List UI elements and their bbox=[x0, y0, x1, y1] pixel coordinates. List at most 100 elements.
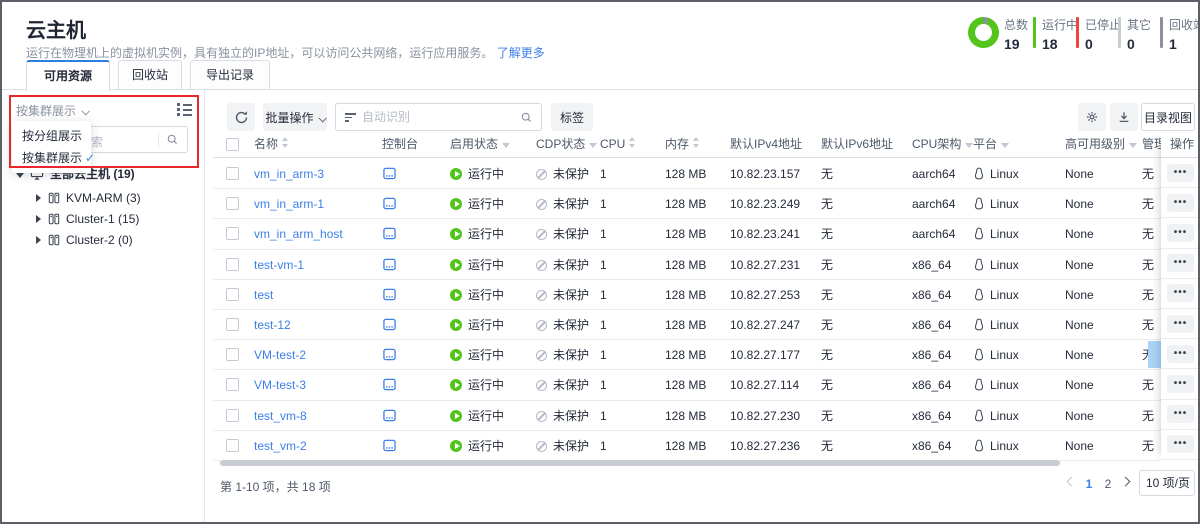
console-icon[interactable] bbox=[383, 227, 396, 240]
row-checkbox[interactable] bbox=[226, 227, 239, 240]
sort-icon[interactable] bbox=[693, 137, 700, 148]
column-header-power-state[interactable]: 启用状态 bbox=[450, 133, 510, 158]
directory-view-button[interactable]: 目录视图 bbox=[1141, 103, 1195, 131]
tab-available-resources[interactable]: 可用资源 bbox=[26, 60, 110, 91]
filter-icon[interactable] bbox=[589, 143, 597, 148]
menu-item-by-group[interactable]: 按分组展示 bbox=[12, 125, 91, 147]
cdp-state-text: 未保护 bbox=[553, 409, 589, 423]
console-cell[interactable] bbox=[383, 159, 396, 189]
row-actions-button[interactable]: ••• bbox=[1167, 345, 1194, 363]
platform-text: Linux bbox=[990, 227, 1019, 241]
vm-name-link[interactable]: vm_in_arm-1 bbox=[254, 197, 324, 211]
console-icon[interactable] bbox=[383, 439, 396, 452]
row-actions-button[interactable]: ••• bbox=[1167, 224, 1194, 242]
console-cell[interactable] bbox=[383, 250, 396, 280]
row-actions-button[interactable]: ••• bbox=[1167, 284, 1194, 302]
bulk-actions-button[interactable]: 批量操作 bbox=[263, 103, 327, 131]
column-header-cpu-arch[interactable]: CPU架构 bbox=[912, 133, 973, 158]
expand-arrow-icon[interactable] bbox=[16, 173, 24, 178]
tree-list-icon[interactable] bbox=[177, 103, 192, 116]
console-icon[interactable] bbox=[383, 318, 396, 331]
console-cell[interactable] bbox=[383, 219, 396, 249]
menu-item-by-cluster[interactable]: 按集群展示✓ bbox=[12, 147, 91, 169]
refresh-button[interactable] bbox=[227, 103, 255, 131]
console-icon[interactable] bbox=[383, 288, 396, 301]
tab-export-records[interactable]: 导出记录 bbox=[190, 60, 270, 90]
tree-item-kvm-arm[interactable]: KVM-ARM (3) bbox=[36, 188, 141, 208]
console-cell[interactable] bbox=[383, 370, 396, 400]
vm-name-link[interactable]: test-12 bbox=[254, 318, 291, 332]
collapse-arrow-icon[interactable] bbox=[36, 236, 41, 244]
tree-item-cluster-2[interactable]: Cluster-2 (0) bbox=[36, 230, 133, 250]
row-checkbox[interactable] bbox=[226, 288, 239, 301]
column-header-cpu[interactable]: CPU bbox=[600, 133, 636, 158]
page-size-select[interactable]: 10 项/页 bbox=[1139, 470, 1195, 496]
tag-button[interactable]: 标签 bbox=[551, 103, 593, 131]
console-icon[interactable] bbox=[383, 197, 396, 210]
cpu-value: 1 bbox=[600, 159, 607, 189]
row-actions-button[interactable]: ••• bbox=[1167, 435, 1194, 453]
select-all-checkbox[interactable] bbox=[226, 138, 239, 151]
next-page-icon[interactable] bbox=[1121, 477, 1131, 487]
table-search-input[interactable] bbox=[362, 105, 512, 129]
stat-other-label: 其它 bbox=[1127, 16, 1151, 33]
tab-recycle-bin[interactable]: 回收站 bbox=[118, 60, 182, 90]
vm-name-link[interactable]: test_vm-2 bbox=[254, 439, 307, 453]
page-button-1[interactable]: 1 bbox=[1080, 474, 1098, 494]
vm-name-link[interactable]: vm_in_arm_host bbox=[254, 227, 343, 241]
vm-name-link[interactable]: vm_in_arm-3 bbox=[254, 167, 324, 181]
console-icon[interactable] bbox=[383, 167, 396, 180]
vm-name-link[interactable]: test_vm-8 bbox=[254, 409, 307, 423]
console-cell[interactable] bbox=[383, 431, 396, 461]
console-icon[interactable] bbox=[383, 378, 396, 391]
vm-name-link[interactable]: VM-test-2 bbox=[254, 348, 306, 362]
row-checkbox[interactable] bbox=[226, 439, 239, 452]
row-actions-button[interactable]: ••• bbox=[1167, 315, 1194, 333]
column-header-name[interactable]: 名称 bbox=[254, 133, 289, 158]
row-checkbox[interactable] bbox=[226, 258, 239, 271]
console-cell[interactable] bbox=[383, 280, 396, 310]
stat-recycle-value: 1 bbox=[1169, 36, 1200, 52]
settings-button[interactable] bbox=[1078, 103, 1106, 131]
export-button[interactable] bbox=[1110, 103, 1138, 131]
row-checkbox[interactable] bbox=[226, 197, 239, 210]
filter-icon[interactable] bbox=[1001, 143, 1009, 148]
vm-console-window: 云主机 运行在物理机上的虚拟机实例，具有独立的IP地址，可以访问公共网络，运行应… bbox=[0, 0, 1200, 524]
column-header-cdp-state[interactable]: CDP状态 bbox=[536, 133, 597, 158]
vm-name-link[interactable]: test bbox=[254, 288, 273, 302]
horizontal-scrollbar[interactable] bbox=[220, 460, 1060, 466]
vm-name-link[interactable]: test-vm-1 bbox=[254, 258, 304, 272]
column-header-ha-level[interactable]: 高可用级别 bbox=[1065, 133, 1137, 158]
row-actions-button[interactable]: ••• bbox=[1167, 405, 1194, 423]
console-icon[interactable] bbox=[383, 348, 396, 361]
row-checkbox[interactable] bbox=[226, 318, 239, 331]
console-cell[interactable] bbox=[383, 310, 396, 340]
row-actions-button[interactable]: ••• bbox=[1167, 254, 1194, 272]
search-icon[interactable] bbox=[520, 111, 533, 124]
filter-icon[interactable] bbox=[502, 143, 510, 148]
row-checkbox[interactable] bbox=[226, 167, 239, 180]
console-icon[interactable] bbox=[383, 409, 396, 422]
vm-name-link[interactable]: VM-test-3 bbox=[254, 378, 306, 392]
row-actions-button[interactable]: ••• bbox=[1167, 164, 1194, 182]
collapse-arrow-icon[interactable] bbox=[36, 215, 41, 223]
prev-page-icon[interactable] bbox=[1067, 477, 1077, 487]
column-header-memory[interactable]: 内存 bbox=[665, 133, 700, 158]
console-cell[interactable] bbox=[383, 189, 396, 219]
row-checkbox[interactable] bbox=[226, 409, 239, 422]
learn-more-link[interactable]: 了解更多 bbox=[497, 46, 545, 60]
column-header-platform[interactable]: 平台 bbox=[973, 133, 1009, 158]
row-checkbox[interactable] bbox=[226, 378, 239, 391]
sort-icon[interactable] bbox=[629, 137, 636, 148]
console-icon[interactable] bbox=[383, 258, 396, 271]
console-cell[interactable] bbox=[383, 340, 396, 370]
collapse-arrow-icon[interactable] bbox=[36, 194, 41, 202]
row-checkbox[interactable] bbox=[226, 348, 239, 361]
tree-item-cluster-1[interactable]: Cluster-1 (15) bbox=[36, 209, 139, 229]
row-actions-button[interactable]: ••• bbox=[1167, 194, 1194, 212]
sort-icon[interactable] bbox=[282, 137, 289, 148]
page-button-2[interactable]: 2 bbox=[1099, 474, 1117, 494]
console-cell[interactable] bbox=[383, 401, 396, 431]
row-actions-button[interactable]: ••• bbox=[1167, 375, 1194, 393]
tree-view-mode-select[interactable]: 按集群展示 bbox=[16, 102, 88, 119]
